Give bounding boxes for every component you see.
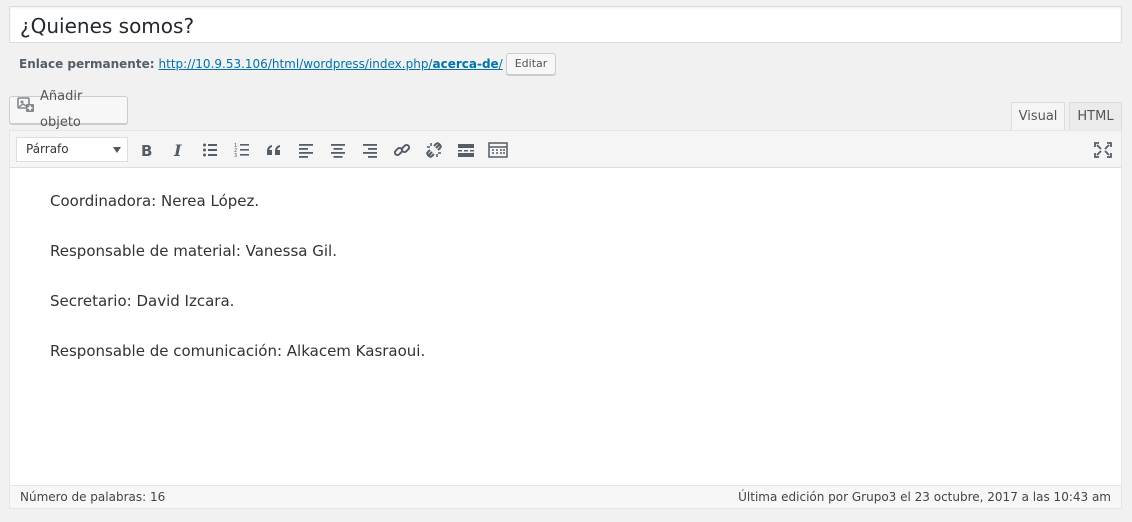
- svg-text:3: 3: [234, 153, 237, 158]
- editor-toolbar: Párrafo B I 1 2 3: [10, 131, 1121, 168]
- editor-content[interactable]: Coordinadora: Nerea López. Responsable d…: [10, 169, 1121, 487]
- svg-text:B: B: [141, 142, 152, 158]
- permalink-slug: acerca-de: [432, 57, 499, 71]
- editor-container: Párrafo B I 1 2 3 Coordinadora: Nerea Ló…: [9, 130, 1122, 509]
- last-edit-info: Última edición por Grupo3 el 23 octubre,…: [738, 490, 1111, 504]
- unlink-icon[interactable]: [422, 138, 446, 162]
- link-icon[interactable]: [390, 138, 414, 162]
- toolbar-toggle-icon[interactable]: [486, 138, 510, 162]
- permalink-link[interactable]: http://10.9.53.106/html/wordpress/index.…: [159, 53, 503, 75]
- permalink-label: Enlace permanente:: [19, 57, 155, 71]
- bullet-list-icon[interactable]: [198, 138, 222, 162]
- permalink-url-tail: /: [498, 57, 503, 71]
- permalink-row: Enlace permanente: http://10.9.53.106/ht…: [19, 52, 557, 76]
- align-center-icon[interactable]: [326, 138, 350, 162]
- content-paragraph: Responsable de comunicación: Alkacem Kas…: [50, 342, 426, 360]
- editor-statusbar: Número de palabras: 16 Última edición po…: [10, 485, 1121, 508]
- fullscreen-icon[interactable]: [1091, 138, 1115, 162]
- content-paragraph: Responsable de material: Vanessa Gil.: [50, 242, 337, 260]
- blockquote-icon[interactable]: [262, 138, 286, 162]
- align-right-icon[interactable]: [358, 138, 382, 162]
- edit-permalink-button[interactable]: Editar: [505, 53, 557, 75]
- title-field-wrapper: [9, 6, 1122, 43]
- word-count: Número de palabras: 16: [20, 490, 166, 504]
- add-media-icon: [17, 96, 35, 124]
- bold-icon[interactable]: B: [134, 138, 158, 162]
- italic-icon[interactable]: I: [166, 138, 190, 162]
- align-left-icon[interactable]: [294, 138, 318, 162]
- permalink-url-base: http://10.9.53.106/html/wordpress/index.…: [158, 57, 433, 71]
- post-title-input[interactable]: [10, 7, 1121, 42]
- format-select-value: Párrafo: [26, 142, 69, 156]
- content-paragraph: Secretario: David Izcara.: [50, 292, 235, 310]
- tab-html[interactable]: HTML: [1069, 102, 1122, 130]
- add-media-label: Añadir objeto: [40, 89, 83, 130]
- svg-text:I: I: [173, 142, 182, 158]
- chevron-down-icon: [113, 147, 121, 153]
- numbered-list-icon[interactable]: 1 2 3: [230, 138, 254, 162]
- tab-visual[interactable]: Visual: [1011, 102, 1065, 131]
- read-more-icon[interactable]: [454, 138, 478, 162]
- content-paragraph: Coordinadora: Nerea López.: [50, 192, 260, 210]
- format-select[interactable]: Párrafo: [16, 137, 128, 162]
- add-media-button[interactable]: Añadir objeto: [9, 89, 128, 130]
